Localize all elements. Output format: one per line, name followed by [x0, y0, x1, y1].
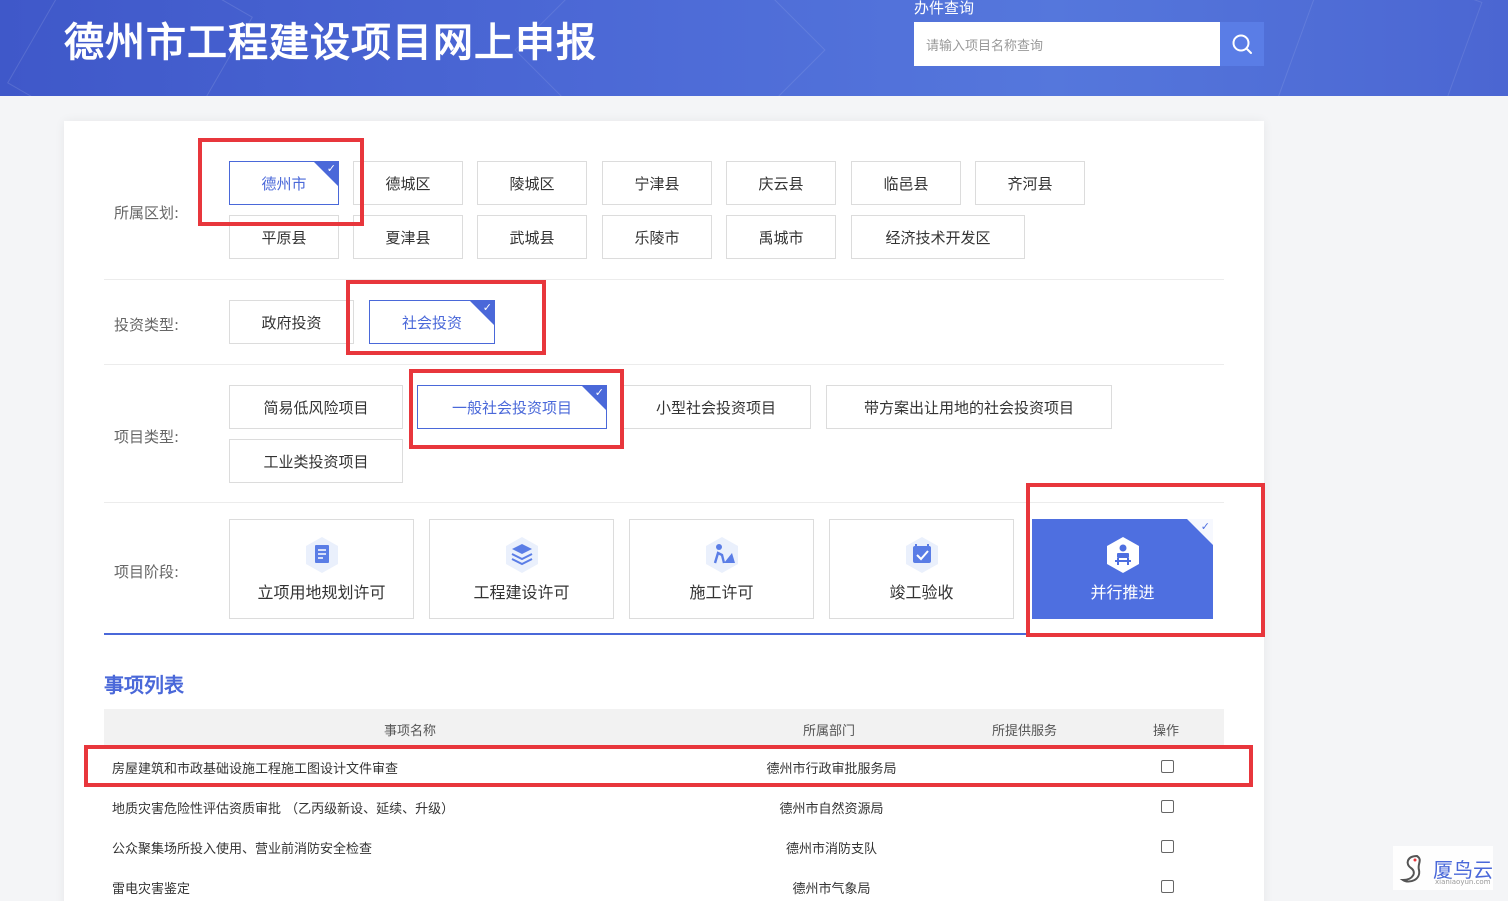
stage-option[interactable]: 立项用地规划许可 — [229, 519, 414, 619]
table-row: 公众聚集场所投入使用、营业前消防安全检查 德州市消防支队 — [104, 827, 1224, 867]
matter-dept: 德州市气象局 — [792, 882, 871, 897]
table-row: 雷电灾害鉴定 德州市气象局 — [104, 867, 1224, 901]
check-icon: ✓ — [326, 162, 336, 175]
calendar-check-icon — [902, 535, 942, 575]
layers-icon — [502, 535, 542, 575]
row-checkbox[interactable] — [1161, 840, 1174, 853]
check-icon: ✓ — [482, 301, 492, 314]
region-option[interactable]: 德州市 ✓ — [229, 161, 339, 205]
filter-card: 所属区划: 德州市 ✓ 德城区 陵城区 宁津县 庆云县 临邑县 齐河县 平原县 … — [64, 121, 1264, 901]
divider — [104, 364, 1224, 365]
table-row: 房屋建筑和市政基础设施工程施工图设计文件审查 德州市行政审批服务局 — [104, 747, 1224, 787]
search-input[interactable]: 请输入项目名称查询 — [914, 22, 1220, 66]
region-option[interactable]: 宁津县 — [602, 161, 712, 205]
divider — [104, 279, 1224, 280]
region-option[interactable]: 临邑县 — [851, 161, 961, 205]
search-placeholder: 请输入项目名称查询 — [926, 38, 1044, 54]
search-icon — [1232, 34, 1252, 54]
region-option[interactable]: 陵城区 — [477, 161, 587, 205]
check-icon: ✓ — [1200, 520, 1210, 533]
row-checkbox[interactable] — [1161, 800, 1174, 813]
matters-title: 事项列表 — [104, 673, 184, 697]
search-button[interactable] — [1220, 22, 1264, 66]
project-type-label: 项目类型: — [114, 428, 180, 446]
region-option[interactable]: 夏津县 — [353, 215, 463, 259]
divider — [104, 502, 1224, 503]
check-icon: ✓ — [594, 386, 604, 399]
region-option[interactable]: 经济技术开发区 — [851, 215, 1025, 259]
column-header: 所提供服务 — [992, 724, 1058, 739]
investment-type-option[interactable]: 社会投资 ✓ — [369, 300, 495, 344]
matter-name: 公众聚集场所投入使用、营业前消防安全检查 — [112, 842, 373, 857]
investment-type-option[interactable]: 政府投资 — [229, 300, 354, 344]
document-icon — [302, 535, 342, 575]
row-checkbox[interactable] — [1161, 760, 1174, 773]
region-option[interactable]: 平原县 — [229, 215, 339, 259]
header-decoration — [1277, 0, 1483, 96]
region-option[interactable]: 庆云县 — [726, 161, 836, 205]
watermark: 厦鸟云 xianiaoyun.com — [1393, 846, 1493, 890]
row-checkbox[interactable] — [1161, 880, 1174, 893]
table-header: 事项名称 所属部门 所提供服务 操作 — [104, 709, 1224, 747]
region-option[interactable]: 武城县 — [477, 215, 587, 259]
bird-logo-icon — [1399, 854, 1421, 883]
project-type-option[interactable]: 工业类投资项目 — [229, 439, 403, 483]
matter-dept: 德州市自然资源局 — [779, 802, 884, 817]
project-type-option[interactable]: 带方案出让用地的社会投资项目 — [826, 385, 1112, 429]
stage-label: 项目阶段: — [114, 563, 180, 581]
matter-name: 房屋建筑和市政基础设施工程施工图设计文件审查 — [112, 762, 399, 777]
project-type-option[interactable]: 一般社会投资项目 ✓ — [417, 385, 607, 429]
site-header: 德州市工程建设项目网上申报 办件查询 请输入项目名称查询 — [0, 0, 1508, 96]
matter-name: 地质灾害危险性评估资质审批 （乙丙级新设、延续、升级） — [112, 802, 455, 817]
region-label: 所属区划: — [114, 204, 180, 222]
table-row: 地质灾害危险性评估资质审批 （乙丙级新设、延续、升级） 德州市自然资源局 — [104, 787, 1224, 827]
matter-name: 雷电灾害鉴定 — [112, 882, 191, 897]
column-header: 操作 — [1153, 724, 1180, 739]
stage-option[interactable]: 工程建设许可 — [429, 519, 614, 619]
region-option[interactable]: 齐河县 — [975, 161, 1085, 205]
section-rule — [104, 633, 1224, 635]
stage-option[interactable]: 施工许可 — [629, 519, 814, 619]
matter-dept: 德州市消防支队 — [785, 842, 877, 857]
region-option[interactable]: 禹城市 — [726, 215, 836, 259]
project-type-option[interactable]: 小型社会投资项目 — [621, 385, 811, 429]
watermark-sub: xianiaoyun.com — [1435, 878, 1491, 886]
matter-dept: 德州市行政审批服务局 — [766, 762, 897, 777]
stage-option[interactable]: 并行推进 ✓ — [1032, 519, 1213, 619]
column-header: 所属部门 — [803, 724, 856, 739]
column-header: 事项名称 — [384, 724, 437, 739]
people-icon — [1103, 535, 1143, 575]
project-type-option[interactable]: 简易低风险项目 — [229, 385, 403, 429]
site-title: 德州市工程建设项目网上申报 — [64, 20, 597, 66]
investment-type-label: 投资类型: — [114, 316, 180, 334]
region-option[interactable]: 德城区 — [353, 161, 463, 205]
construction-worker-icon — [702, 535, 742, 575]
query-label: 办件查询 — [914, 0, 975, 17]
region-option[interactable]: 乐陵市 — [602, 215, 712, 259]
stage-option[interactable]: 竣工验收 — [829, 519, 1014, 619]
